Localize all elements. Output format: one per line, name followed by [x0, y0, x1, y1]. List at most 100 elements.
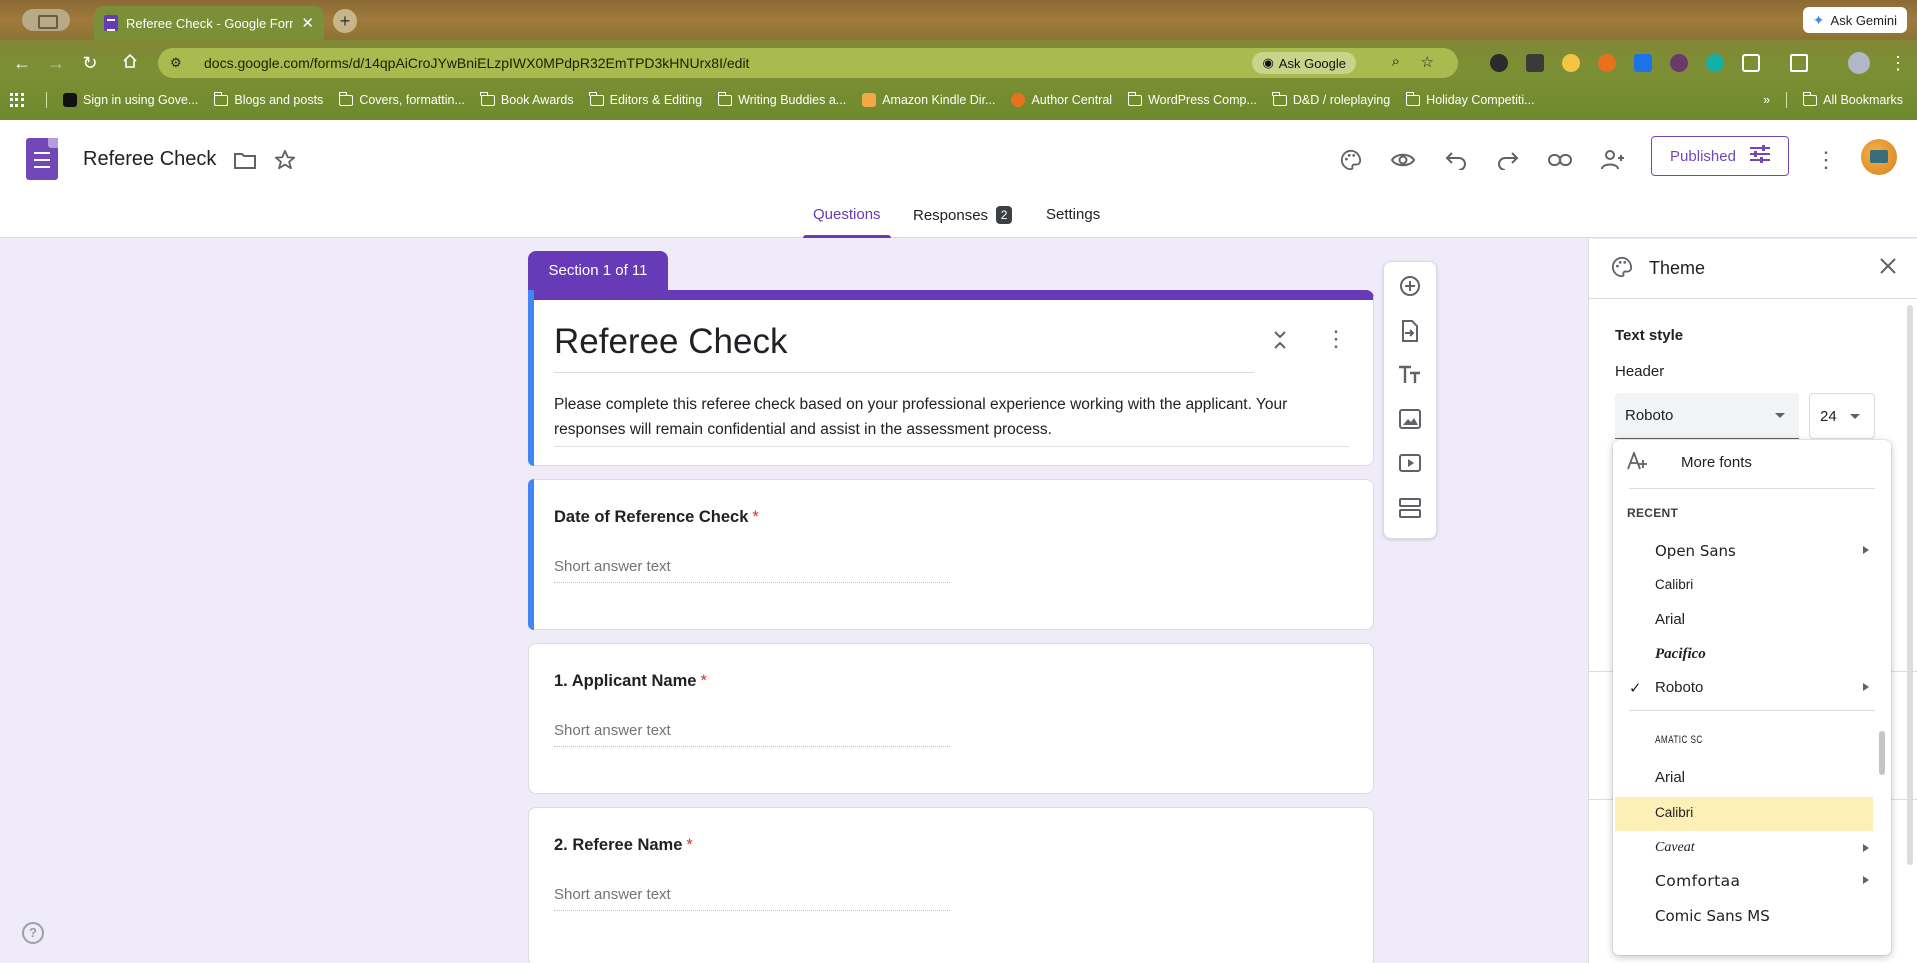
bookmark-item[interactable]: Book Awards	[473, 91, 582, 107]
extension-icon[interactable]	[1490, 54, 1508, 72]
tab-strip: Referee Check - Google Forms ✕ + ✦ Ask G…	[0, 0, 1917, 40]
font-option-pacifico[interactable]: Pacifico	[1613, 638, 1891, 672]
extension-icon[interactable]	[1670, 54, 1688, 72]
user-avatar[interactable]	[1861, 139, 1897, 175]
question-card[interactable]: 1. Applicant Name * Short answer text	[528, 643, 1374, 794]
font-option-open-sans[interactable]: Open Sans	[1613, 534, 1891, 568]
bookmark-item[interactable]: Editors & Editing	[582, 91, 710, 107]
bookmark-item[interactable]: Amazon Kindle Dir...	[854, 93, 1003, 107]
font-option-label: Amatic SC	[1655, 734, 1703, 746]
more-bookmarks-button[interactable]: »	[1755, 93, 1778, 107]
grammarly-icon[interactable]	[1706, 54, 1724, 72]
back-arrow-icon[interactable]: ←	[10, 51, 34, 75]
bookmark-item[interactable]: Author Central	[1003, 93, 1120, 107]
font-option-comic-sans-ms[interactable]: Comic Sans MS	[1613, 899, 1891, 933]
folder-icon[interactable]	[230, 145, 260, 175]
ask-google-button[interactable]: ◉ Ask Google	[1252, 52, 1356, 74]
palette-icon[interactable]	[1336, 145, 1366, 175]
submenu-arrow-icon	[1863, 844, 1869, 852]
font-option-calibri-highlighted[interactable]: Calibri	[1615, 797, 1873, 831]
add-image-icon[interactable]	[1396, 405, 1424, 433]
bookmark-item[interactable]: WordPress Comp...	[1120, 91, 1265, 107]
extension-icon[interactable]	[1634, 54, 1652, 72]
tab-search-icon[interactable]	[22, 9, 70, 31]
bookmark-item[interactable]: Holiday Competiti...	[1398, 91, 1542, 107]
folder-icon	[1272, 91, 1287, 106]
font-option-amatic-sc[interactable]: Amatic SC	[1613, 726, 1891, 760]
header-font-value: Roboto	[1625, 407, 1674, 424]
more-fonts-item[interactable]: More fonts	[1613, 440, 1891, 486]
font-option-arial[interactable]: Arial	[1613, 761, 1891, 795]
font-option-roboto[interactable]: ✓ Roboto	[1613, 671, 1891, 705]
tab-settings[interactable]: Settings	[1046, 206, 1100, 238]
published-label: Published	[1670, 147, 1736, 165]
browser-tab-active[interactable]: Referee Check - Google Forms ✕	[94, 6, 324, 40]
add-title-description-icon[interactable]	[1396, 361, 1424, 389]
tab-responses[interactable]: Responses 2	[913, 206, 1013, 238]
puzzle-icon[interactable]	[1742, 54, 1760, 72]
browser-menu-icon[interactable]: ⋮	[1886, 51, 1910, 75]
new-tab-button[interactable]: +	[333, 9, 357, 33]
add-section-icon[interactable]	[1396, 494, 1424, 522]
site-settings-icon[interactable]: ⚙	[170, 55, 188, 71]
tab-questions[interactable]: Questions	[803, 206, 891, 238]
close-icon[interactable]	[1878, 256, 1898, 281]
font-option-arial[interactable]: Arial	[1613, 603, 1891, 637]
header-font-select[interactable]: Roboto	[1615, 393, 1799, 439]
document-title[interactable]: Referee Check	[83, 148, 216, 171]
reload-icon[interactable]: ↻	[78, 51, 102, 75]
short-answer-field[interactable]: Short answer text	[554, 886, 950, 911]
apps-grid-icon[interactable]	[10, 93, 24, 107]
bookmarks-divider	[1786, 92, 1788, 108]
extension-icon[interactable]	[1562, 54, 1580, 72]
short-answer-field[interactable]: Short answer text	[554, 722, 950, 747]
form-title-card[interactable]: Referee Check ⋮ Please complete this ref…	[528, 290, 1374, 466]
address-bar[interactable]: ⚙ docs.google.com/forms/d/14qpAiCroJYwBn…	[158, 48, 1458, 78]
short-answer-field[interactable]: Short answer text	[554, 558, 950, 583]
question-card[interactable]: Date of Reference Check * Short answer te…	[528, 479, 1374, 630]
zoom-icon[interactable]: ⌕	[1392, 53, 1400, 70]
ask-gemini-button[interactable]: ✦ Ask Gemini	[1802, 7, 1907, 33]
bookmark-item[interactable]: Blogs and posts	[206, 91, 331, 107]
undo-icon[interactable]	[1441, 145, 1471, 175]
link-icon[interactable]	[1545, 145, 1575, 175]
panel-scrollbar[interactable]	[1907, 305, 1913, 865]
side-panel-icon[interactable]	[1790, 54, 1808, 72]
more-vert-icon[interactable]: ⋮	[1811, 145, 1841, 175]
more-vert-icon[interactable]: ⋮	[1325, 326, 1347, 352]
question-card[interactable]: 2. Referee Name * Short answer text	[528, 807, 1374, 963]
star-icon[interactable]	[270, 145, 300, 175]
forward-arrow-icon[interactable]: →	[44, 51, 68, 75]
folder-icon	[1405, 91, 1421, 106]
add-video-icon[interactable]	[1396, 449, 1424, 477]
profile-avatar[interactable]	[1848, 52, 1870, 74]
extension-icon[interactable]	[1598, 54, 1616, 72]
redo-icon[interactable]	[1493, 145, 1523, 175]
header-size-select[interactable]: 24	[1809, 393, 1875, 439]
close-icon[interactable]: ✕	[301, 14, 314, 32]
home-icon[interactable]	[118, 51, 142, 75]
menu-scrollbar[interactable]	[1879, 731, 1885, 775]
help-icon[interactable]: ?	[22, 922, 44, 944]
bookmark-item[interactable]: D&D / roleplaying	[1265, 91, 1398, 107]
preview-eye-icon[interactable]	[1388, 145, 1418, 175]
collapse-section-icon[interactable]	[1273, 330, 1287, 355]
font-option-caveat[interactable]: Caveat	[1613, 832, 1891, 866]
add-collaborator-icon[interactable]	[1598, 145, 1628, 175]
form-description[interactable]: Please complete this referee check based…	[554, 392, 1349, 447]
bookmark-item[interactable]: Sign in using Gove...	[55, 93, 206, 107]
tune-icon	[1749, 145, 1770, 167]
import-questions-icon[interactable]	[1396, 317, 1424, 345]
font-option-calibri[interactable]: Calibri	[1613, 569, 1891, 603]
font-option-comfortaa[interactable]: Comfortaa	[1613, 864, 1891, 898]
bookmark-item[interactable]: Covers, formattin...	[331, 91, 473, 107]
add-question-icon[interactable]	[1396, 272, 1424, 300]
published-button[interactable]: Published	[1651, 136, 1789, 176]
dropdown-arrow-icon	[1850, 414, 1860, 419]
pen-extension-icon[interactable]	[1526, 54, 1544, 72]
all-bookmarks-button[interactable]: All Bookmarks	[1795, 91, 1917, 107]
bookmark-star-icon[interactable]: ☆	[1421, 53, 1434, 71]
forms-logo-icon[interactable]	[26, 138, 58, 180]
bookmark-item[interactable]: Writing Buddies a...	[710, 91, 854, 107]
form-title[interactable]: Referee Check	[554, 322, 1254, 373]
